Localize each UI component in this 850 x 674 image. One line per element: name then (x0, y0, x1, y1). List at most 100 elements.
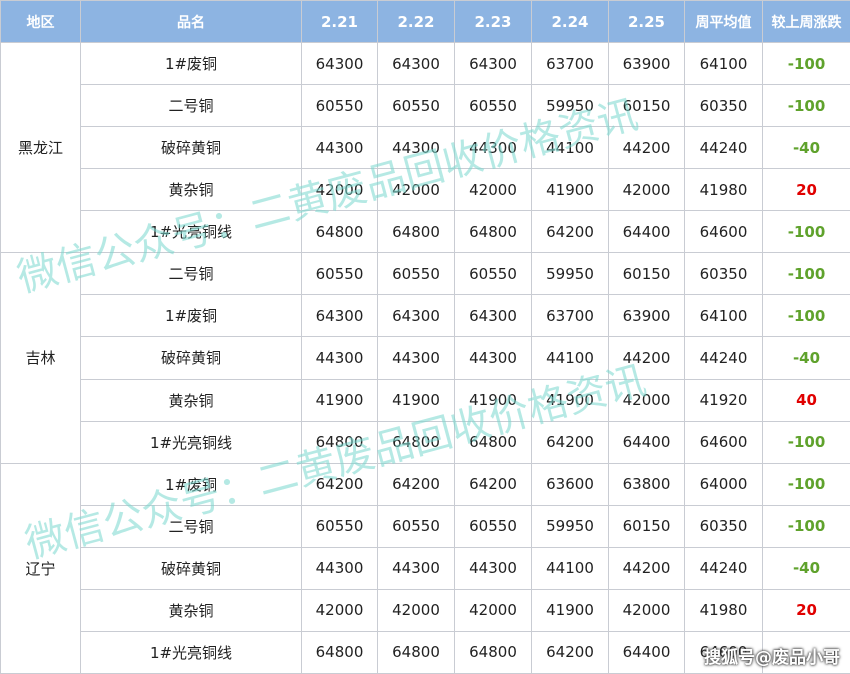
price-cell: 44300 (301, 126, 378, 170)
price-cell: 64400 (608, 420, 685, 464)
price-cell: 42000 (301, 588, 378, 632)
header-date: 2.24 (531, 0, 609, 43)
price-cell: 64300 (454, 41, 532, 86)
price-cell: 64800 (301, 210, 378, 254)
price-cell: 44100 (531, 336, 609, 380)
price-table: 地区 品名 2.21 2.22 2.23 2.24 2.25 周平均值 较上周涨… (0, 0, 850, 674)
price-cell: 42000 (608, 168, 685, 212)
weekly-change-cell: -40 (762, 126, 850, 170)
weekly-avg-cell: 64000 (684, 462, 763, 506)
weekly-change-cell: -40 (762, 546, 850, 590)
price-cell: 60550 (377, 84, 455, 128)
weekly-avg-cell: 64100 (684, 41, 763, 86)
price-cell: 64200 (377, 462, 455, 506)
price-cell: 64800 (454, 630, 532, 674)
weekly-avg-cell: 44240 (684, 546, 763, 590)
price-cell: 64800 (377, 630, 455, 674)
header-date: 2.22 (377, 0, 455, 43)
product-cell: 二号铜 (80, 504, 302, 548)
price-cell: 60550 (377, 504, 455, 548)
product-cell: 1#废铜 (80, 41, 302, 86)
header-date: 2.21 (301, 0, 378, 43)
price-cell: 60550 (454, 504, 532, 548)
weekly-avg-cell: 64600 (684, 420, 763, 464)
price-cell: 64300 (377, 41, 455, 86)
weekly-change-cell: -100 (762, 420, 850, 464)
price-cell: 41900 (531, 378, 609, 422)
table-row: 黄杂铜 42000 42000 42000 41900 42000 41980 20 (1, 168, 850, 212)
price-cell: 64800 (377, 210, 455, 254)
price-cell: 64400 (608, 630, 685, 674)
product-cell: 黄杂铜 (80, 378, 302, 422)
price-cell: 64300 (301, 294, 378, 338)
price-cell: 64200 (301, 462, 378, 506)
price-cell: 44300 (301, 336, 378, 380)
price-cell: 63900 (608, 294, 685, 338)
weekly-change-cell: -100 (762, 210, 850, 254)
table-row: 1#废铜 64300 64300 64300 63700 63900 64100 -100 (1, 294, 850, 338)
weekly-change-cell: -40 (762, 336, 850, 380)
weekly-avg-cell: 60350 (684, 252, 763, 296)
weekly-avg-cell: 64600 (684, 210, 763, 254)
table-row: 破碎黄铜 44300 44300 44300 44100 44200 44240 -40 (1, 336, 850, 380)
header-product: 品名 (80, 0, 302, 43)
price-cell: 44300 (377, 126, 455, 170)
price-cell: 60150 (608, 84, 685, 128)
table-row: 黄杂铜 42000 42000 42000 41900 42000 41980 20 (1, 588, 850, 632)
price-cell: 44300 (454, 126, 532, 170)
weekly-avg-cell: 44240 (684, 336, 763, 380)
price-cell: 64300 (454, 294, 532, 338)
source-credit: 搜狐号@废品小哥 (704, 648, 840, 668)
table-row: 黄杂铜 41900 41900 41900 41900 42000 41920 40 (1, 378, 850, 422)
price-cell: 64200 (531, 420, 609, 464)
price-cell: 44300 (454, 546, 532, 590)
table-row: 破碎黄铜 44300 44300 44300 44100 44200 44240 -40 (1, 546, 850, 590)
price-cell: 64400 (608, 210, 685, 254)
weekly-avg-cell: 60350 (684, 504, 763, 548)
weekly-avg-cell: 41980 (684, 588, 763, 632)
table-row: 二号铜 60550 60550 60550 59950 60150 60350 -100 (1, 504, 850, 548)
weekly-avg-cell: 64100 (684, 294, 763, 338)
header-weekly-change: 较上周涨跌 (762, 0, 850, 43)
price-cell: 42000 (608, 588, 685, 632)
product-cell: 黄杂铜 (80, 168, 302, 212)
weekly-change-cell: -100 (762, 252, 850, 296)
price-cell: 64800 (454, 210, 532, 254)
product-cell: 破碎黄铜 (80, 336, 302, 380)
table-row: 吉林 二号铜 60550 60550 60550 59950 60150 60350 -100 (0, 252, 850, 464)
weekly-change-cell: -100 (762, 84, 850, 128)
header-row: 地区 品名 2.21 2.22 2.23 2.24 2.25 周平均值 较上周涨… (0, 0, 850, 43)
table-row: 辽宁 1#废铜 64200 64200 64200 63600 63800 64000 -100 (0, 462, 850, 674)
product-cell: 1#光亮铜线 (80, 420, 302, 464)
price-cell: 63800 (608, 462, 685, 506)
weekly-avg-cell: 41980 (684, 168, 763, 212)
price-cell: 60150 (608, 504, 685, 548)
header-weekly-avg: 周平均值 (684, 0, 763, 43)
price-cell: 63600 (531, 462, 609, 506)
price-cell: 41900 (531, 588, 609, 632)
weekly-change-cell: -100 (762, 462, 850, 506)
price-cell: 64200 (454, 462, 532, 506)
product-cell: 1#光亮铜线 (80, 630, 302, 674)
weekly-change-cell: -100 (762, 504, 850, 548)
price-cell: 60150 (608, 252, 685, 296)
product-cell: 二号铜 (80, 252, 302, 296)
price-cell: 64800 (301, 630, 378, 674)
price-cell: 60550 (454, 252, 532, 296)
price-cell: 44200 (608, 336, 685, 380)
price-cell: 64200 (531, 630, 609, 674)
price-cell: 59950 (531, 84, 609, 128)
price-cell: 60550 (301, 504, 378, 548)
region-cell: 辽宁 (0, 462, 81, 674)
price-cell: 60550 (301, 252, 378, 296)
price-cell: 42000 (454, 168, 532, 212)
price-cell: 64800 (454, 420, 532, 464)
header-region: 地区 (0, 0, 81, 43)
weekly-change-cell: -100 (762, 41, 850, 86)
price-cell: 63900 (608, 41, 685, 86)
price-cell: 64800 (377, 420, 455, 464)
price-cell: 44100 (531, 546, 609, 590)
table-row: 1#光亮铜线 64800 64800 64800 64200 64400 64600 -100 (1, 420, 850, 464)
price-cell: 60550 (454, 84, 532, 128)
price-cell: 41900 (377, 378, 455, 422)
